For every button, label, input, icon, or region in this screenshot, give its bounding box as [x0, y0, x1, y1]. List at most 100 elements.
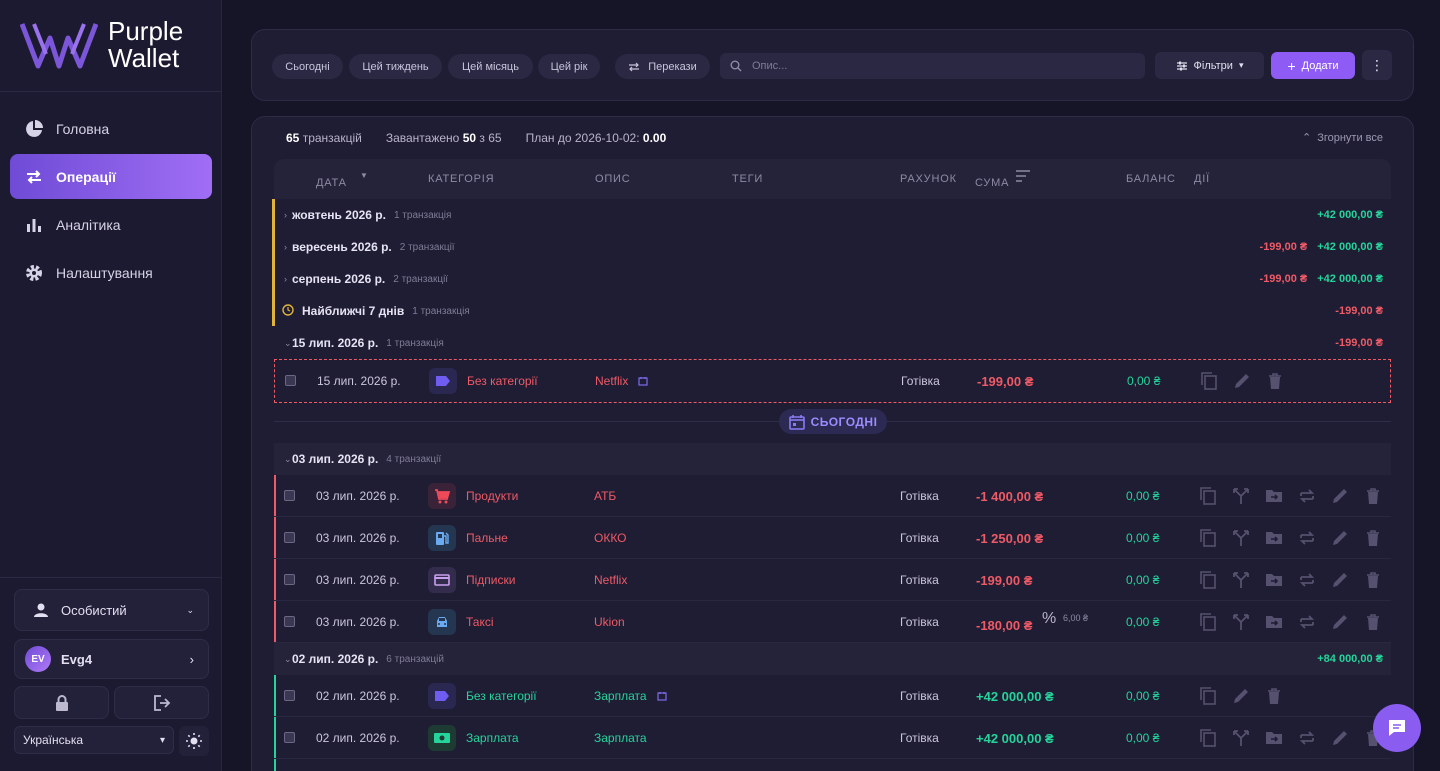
period-week[interactable]: Цей тиждень — [349, 54, 442, 79]
logo[interactable]: Purple Wallet — [20, 18, 183, 72]
split-icon[interactable] — [1231, 570, 1251, 590]
row-category[interactable]: Пальне — [466, 531, 508, 545]
group-row[interactable]: › вересень 2026 р. 2 транзакції -199,00 … — [274, 231, 1391, 263]
delete-icon[interactable] — [1363, 486, 1383, 506]
row-category[interactable]: Без категорії — [466, 689, 537, 703]
edit-icon[interactable] — [1330, 528, 1350, 548]
row-category[interactable]: Таксі — [466, 615, 494, 629]
group-row[interactable]: Найближчі 7 днів 1 транзакція -199,00 ₴ — [274, 295, 1391, 327]
row-checkbox[interactable] — [284, 732, 295, 743]
delete-icon[interactable] — [1363, 612, 1383, 632]
row-category[interactable]: Підписки — [466, 573, 515, 587]
column-tags[interactable]: ТЕГИ — [732, 173, 763, 185]
column-date[interactable]: ДАТА — [316, 177, 347, 189]
group-row[interactable]: ⌄ 03 лип. 2026 р. 4 транзакції — [274, 443, 1391, 475]
table-row[interactable]: 02 лип. 2026 р. Зарплата Зарплата Готівк… — [274, 717, 1391, 759]
nav-item-settings[interactable]: Налаштування — [10, 250, 212, 295]
column-description[interactable]: ОПИС — [595, 173, 631, 185]
row-category[interactable]: Зарплата — [466, 731, 519, 745]
row-checkbox[interactable] — [284, 490, 295, 501]
column-amount[interactable]: СУМА — [975, 177, 1009, 189]
lock-button[interactable] — [14, 686, 109, 719]
table-row[interactable]: 03 лип. 2026 р. Підписки Netflix Готівка… — [274, 559, 1391, 601]
row-checkbox[interactable] — [284, 690, 295, 701]
group-row[interactable]: › серпень 2026 р. 2 транзакції -199,00 ₴… — [274, 263, 1391, 295]
user-menu[interactable]: EV Evg4 › — [14, 639, 209, 679]
column-account[interactable]: РАХУНОК — [900, 173, 957, 185]
move-folder-icon[interactable] — [1264, 612, 1284, 632]
convert-icon[interactable] — [1297, 528, 1317, 548]
period-month[interactable]: Цей місяць — [448, 54, 533, 79]
nav-item-home[interactable]: Головна — [10, 106, 212, 151]
theme-toggle[interactable] — [179, 726, 209, 756]
sort-desc-icon[interactable]: ▼ — [360, 171, 369, 180]
edit-icon[interactable] — [1231, 686, 1251, 706]
sort-lines-icon[interactable] — [1015, 169, 1031, 183]
split-icon[interactable] — [1231, 728, 1251, 748]
move-folder-icon[interactable] — [1264, 528, 1284, 548]
edit-icon[interactable] — [1330, 486, 1350, 506]
delete-icon[interactable] — [1363, 528, 1383, 548]
row-category[interactable]: Без категорії — [467, 374, 538, 388]
row-checkbox[interactable] — [284, 574, 295, 585]
copy-icon[interactable] — [1199, 371, 1219, 391]
table-row[interactable]: 03 лип. 2026 р. Пальне ОККО Готівка -1 2… — [274, 517, 1391, 559]
group-row[interactable]: › жовтень 2026 р. 1 транзакція +42 000,0… — [274, 199, 1391, 231]
edit-icon[interactable] — [1330, 612, 1350, 632]
column-category[interactable]: КАТЕГОРІЯ — [428, 173, 494, 185]
chat-button[interactable] — [1373, 704, 1421, 752]
copy-icon[interactable] — [1198, 728, 1218, 748]
table-row[interactable]: 02 лип. 2026 р. Без категорії Зарплата Г… — [274, 675, 1391, 717]
split-icon[interactable] — [1231, 612, 1251, 632]
fuel-icon — [428, 525, 456, 551]
search-input[interactable]: Опис... — [720, 53, 1145, 79]
row-checkbox[interactable] — [284, 616, 295, 627]
edit-icon[interactable] — [1330, 728, 1350, 748]
language-select[interactable]: Українська ▾ — [14, 726, 174, 754]
row-checkbox[interactable] — [285, 375, 296, 386]
period-today[interactable]: Сьогодні — [272, 54, 343, 79]
sliders-icon — [1176, 61, 1187, 70]
copy-icon[interactable] — [1198, 570, 1218, 590]
edit-icon[interactable] — [1330, 570, 1350, 590]
convert-icon[interactable] — [1297, 570, 1317, 590]
row-category[interactable]: Продукти — [466, 489, 518, 503]
copy-icon[interactable] — [1198, 486, 1218, 506]
copy-icon[interactable] — [1198, 528, 1218, 548]
add-button[interactable]: + Додати — [1271, 52, 1355, 79]
delete-icon[interactable] — [1265, 371, 1285, 391]
convert-icon[interactable] — [1297, 486, 1317, 506]
collapse-all-button[interactable]: ⌃ Згорнути все — [1302, 131, 1383, 145]
more-menu-button[interactable]: ⋮ — [1362, 50, 1392, 80]
table-row-scheduled[interactable]: 15 лип. 2026 р. Без категорії Netflix Го… — [274, 359, 1391, 403]
delete-icon[interactable] — [1264, 686, 1284, 706]
row-account: Готівка — [900, 689, 939, 703]
table-row[interactable]: 03 лип. 2026 р. Продукти АТБ Готівка -1 … — [274, 475, 1391, 517]
copy-icon[interactable] — [1198, 612, 1218, 632]
nav-item-operations[interactable]: Операції — [10, 154, 212, 199]
filters-button[interactable]: Фільтри ▾ — [1155, 52, 1264, 79]
convert-icon[interactable] — [1297, 612, 1317, 632]
table-row[interactable]: 03 лип. 2026 р. Таксі Ukion Готівка -180… — [274, 601, 1391, 643]
delete-icon[interactable] — [1363, 570, 1383, 590]
move-folder-icon[interactable] — [1264, 570, 1284, 590]
group-row[interactable]: ⌄ 02 лип. 2026 р. 6 транзакцій +84 000,0… — [274, 643, 1391, 675]
edit-icon[interactable] — [1232, 371, 1252, 391]
profile-selector[interactable]: Особистий ⌄ — [14, 589, 209, 631]
move-folder-icon[interactable] — [1264, 728, 1284, 748]
split-icon[interactable] — [1231, 486, 1251, 506]
group-row[interactable]: ⌄ 15 лип. 2026 р. 1 транзакція -199,00 ₴ — [274, 327, 1391, 359]
row-checkbox[interactable] — [284, 532, 295, 543]
transfers-button[interactable]: Перекази — [615, 54, 710, 79]
row-date: 03 лип. 2026 р. — [316, 573, 400, 587]
column-actions[interactable]: ДІЇ — [1194, 173, 1210, 185]
row-date: 03 лип. 2026 р. — [316, 531, 400, 545]
logout-button[interactable] — [114, 686, 209, 719]
copy-icon[interactable] — [1198, 686, 1218, 706]
nav-item-analytics[interactable]: Аналітика — [10, 202, 212, 247]
column-balance[interactable]: БАЛАНС — [1126, 173, 1176, 185]
split-icon[interactable] — [1231, 528, 1251, 548]
move-folder-icon[interactable] — [1264, 486, 1284, 506]
convert-icon[interactable] — [1297, 728, 1317, 748]
period-year[interactable]: Цей рік — [538, 54, 600, 79]
